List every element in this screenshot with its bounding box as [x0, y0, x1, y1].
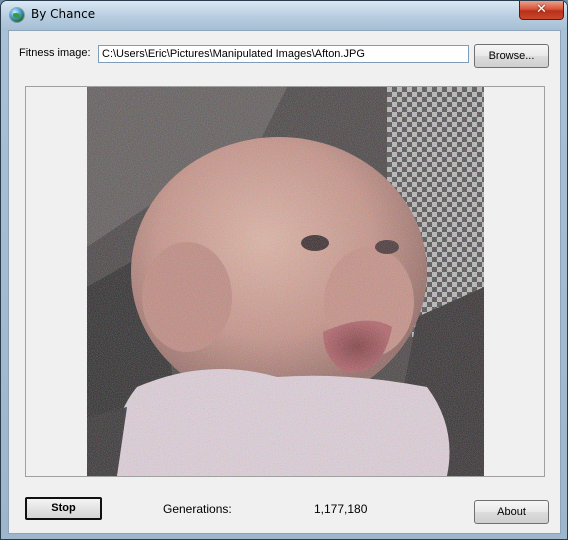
- globe-icon: [10, 8, 24, 22]
- client-area: Fitness image: C:\Users\Eric\Pictures\Ma…: [8, 30, 561, 534]
- stop-button[interactable]: Stop: [25, 497, 102, 520]
- evolved-image-graphic: [87, 87, 484, 476]
- browse-button[interactable]: Browse...: [474, 44, 549, 68]
- close-icon: ✕: [536, 2, 547, 17]
- close-button[interactable]: ✕: [519, 1, 564, 20]
- image-panel: [25, 86, 545, 477]
- app-window: By Chance ✕ Fitness image: C:\Users\Eric…: [0, 0, 568, 540]
- generations-count: 1,177,180: [314, 502, 368, 516]
- fitness-image-label: Fitness image:: [19, 47, 91, 59]
- window-title: By Chance: [31, 7, 96, 21]
- evolved-image: [87, 87, 484, 476]
- title-bar[interactable]: By Chance ✕: [1, 1, 567, 30]
- generations-label: Generations:: [163, 502, 232, 516]
- about-button[interactable]: About: [474, 500, 549, 524]
- fitness-image-path-input[interactable]: C:\Users\Eric\Pictures\Manipulated Image…: [98, 45, 469, 63]
